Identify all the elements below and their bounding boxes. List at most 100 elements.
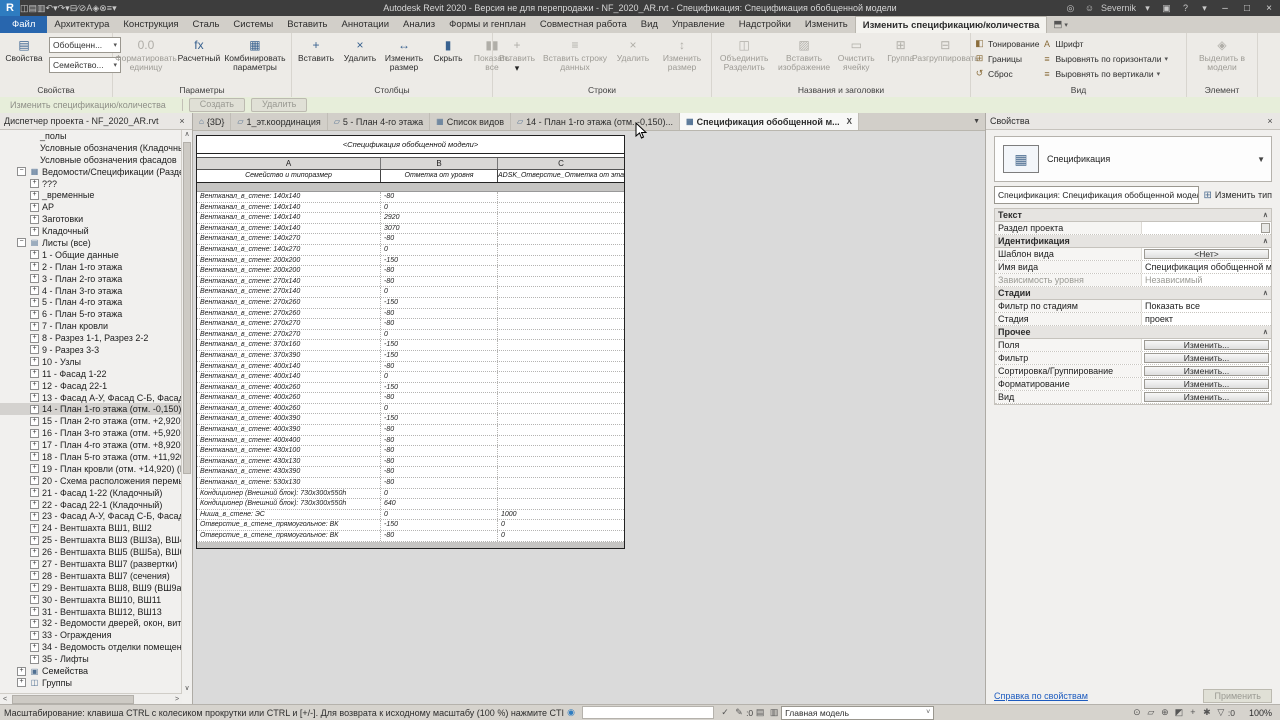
tree-item[interactable]: +13 - Фасад А-У, Фасад С-Б, Фасад Е-А	[0, 392, 182, 404]
schedule-cell[interactable]: 0	[381, 489, 498, 499]
schedule-cell[interactable]	[498, 309, 624, 319]
expand-icon[interactable]: +	[30, 250, 39, 259]
schedule-column-header[interactable]: Отметка от уровня	[381, 170, 498, 182]
schedule-row[interactable]: Отверстие_в_стене_прямоугольное: ВК-1500	[197, 520, 624, 531]
user-dropdown-icon[interactable]: ▾	[1140, 3, 1155, 14]
schedule-cell[interactable]: Ниша_в_стене: ЭС	[197, 510, 381, 520]
scrollbar-thumb[interactable]	[183, 142, 191, 474]
expand-icon[interactable]: +	[30, 393, 39, 402]
tree-item[interactable]: +20 - Схема расположения перемычек	[0, 475, 182, 487]
view-tab[interactable]: ▱14 - План 1-го этажа (отм. -0,150)...	[511, 113, 680, 130]
tab-Управление[interactable]: Управление	[665, 16, 732, 33]
tab-Конструкция[interactable]: Конструкция	[116, 16, 185, 33]
schedule-cell[interactable]: Вентканал_в_стене: 200x200	[197, 266, 381, 276]
schedule-cell[interactable]	[498, 499, 624, 509]
schedule-cell[interactable]: Вентканал_в_стене: 400x260	[197, 383, 381, 393]
delete-column-button[interactable]: ×Удалить	[339, 35, 381, 64]
expand-icon[interactable]: +	[30, 274, 39, 283]
expand-icon[interactable]: +	[30, 227, 39, 236]
expand-icon[interactable]: +	[30, 631, 39, 640]
expand-icon[interactable]: +	[30, 643, 39, 652]
expand-icon[interactable]: +	[30, 607, 39, 616]
schedule-cell[interactable]: Вентканал_в_стене: 200x200	[197, 256, 381, 266]
schedule-cell[interactable]: Вентканал_в_стене: 430x130	[197, 457, 381, 467]
view-tab[interactable]: ▦Спецификация обобщенной м...X	[680, 113, 859, 130]
reset-button[interactable]: ↺Сброс	[974, 66, 1039, 81]
schedule-cell[interactable]: 2920	[381, 213, 498, 223]
collapse-section-icon[interactable]: ∧	[1263, 289, 1268, 297]
schedule-cell[interactable]: 0	[381, 287, 498, 297]
file-window-icon[interactable]: ◫	[20, 3, 29, 13]
undo-icon[interactable]: ↶	[46, 3, 54, 13]
type-selector[interactable]: ▦ Спецификация ▼	[994, 136, 1272, 182]
expand-icon[interactable]: +	[30, 405, 39, 414]
property-value[interactable]: Спецификация обобщенной модели	[1142, 261, 1271, 273]
tree-item[interactable]: +6 - План 5-го этажа	[0, 308, 182, 320]
modify-panel-toggle[interactable]: ⬒ ▾	[1047, 16, 1074, 33]
tree-item[interactable]: +11 - Фасад 1-22	[0, 368, 182, 380]
tree-item[interactable]: +3 - План 2-го этажа	[0, 273, 182, 285]
schedule-cell[interactable]	[498, 256, 624, 266]
expand-icon[interactable]: +	[30, 464, 39, 473]
schedule-row[interactable]: Вентканал_в_стене: 140x2700	[197, 245, 624, 256]
expand-icon[interactable]: +	[30, 452, 39, 461]
tree-item[interactable]: +14 - План 1-го этажа (отм. -0,150) (Кла…	[0, 403, 182, 415]
schedule-row[interactable]: Кондиционер (Внешний блок): 730x300x550h…	[197, 499, 624, 510]
schedule-cell[interactable]	[498, 436, 624, 446]
tab-Вставить[interactable]: Вставить	[280, 16, 334, 33]
collapse-section-icon[interactable]: ∧	[1263, 328, 1268, 336]
tab-Архитектура[interactable]: Архитектура	[47, 16, 116, 33]
expand-icon[interactable]: +	[30, 369, 39, 378]
tree-item[interactable]: +▣Семейства	[0, 665, 182, 677]
schedule-row[interactable]: Вентканал_в_стене: 400x390-80	[197, 425, 624, 436]
expand-icon[interactable]: +	[30, 286, 39, 295]
tree-item[interactable]: +???	[0, 178, 182, 190]
schedule-row[interactable]: Вентканал_в_стене: 400x2600	[197, 404, 624, 415]
schedule-cell[interactable]: Кондиционер (Внешний блок): 730x300x550h	[197, 499, 381, 509]
expand-icon[interactable]: +	[30, 500, 39, 509]
tree-item[interactable]: +7 - План кровли	[0, 320, 182, 332]
tab-Совместная работа[interactable]: Совместная работа	[533, 16, 634, 33]
schedule-cell[interactable]	[498, 414, 624, 424]
type-combo[interactable]: Спецификация: Спецификация обобщенной мо…	[994, 186, 1199, 204]
schedule-cell[interactable]: Вентканал_в_стене: 370x390	[197, 351, 381, 361]
tree-item[interactable]: +30 - Вентшахта ВШ10, ВШ11	[0, 594, 182, 606]
tree-item[interactable]: −▦Ведомости/Спецификации (Раздел)	[0, 166, 182, 178]
schedule-cell[interactable]	[498, 383, 624, 393]
tree-item[interactable]: +27 - Вентшахта ВШ7 (развертки)	[0, 558, 182, 570]
schedule-row[interactable]: Вентканал_в_стене: 400x140-80	[197, 362, 624, 373]
tab-Изменить[interactable]: Изменить	[798, 16, 855, 33]
tree-item[interactable]: +2 - План 1-го этажа	[0, 261, 182, 273]
ribbon-combo-0[interactable]: Обобщенн...▾	[49, 37, 121, 53]
schedule-row[interactable]: Вентканал_в_стене: 430x390-80	[197, 467, 624, 478]
schedule-row[interactable]: Вентканал_в_стене: 140x140-80	[197, 192, 624, 203]
view-tab-overflow-icon[interactable]: ▼	[968, 113, 985, 130]
expand-icon[interactable]: +	[30, 571, 39, 580]
schedule-cell[interactable]	[498, 330, 624, 340]
property-edit-button[interactable]: Изменить...	[1144, 353, 1269, 363]
schedule-row[interactable]: Вентканал_в_стене: 270x270-80	[197, 319, 624, 330]
schedule-column-header[interactable]: Семейство и типоразмер	[197, 170, 381, 182]
schedule-row[interactable]: Вентканал_в_стене: 400x390-150	[197, 414, 624, 425]
schedule-cell[interactable]: -80	[381, 478, 498, 488]
schedule-cell[interactable]: -150	[381, 298, 498, 308]
cart-icon[interactable]: ▣	[1159, 3, 1174, 14]
close-icon[interactable]: ×	[1264, 116, 1276, 126]
schedule-cell[interactable]: 640	[381, 499, 498, 509]
tree-item[interactable]: +34 - Ведомость отделки помещений, Экс	[0, 641, 182, 653]
property-value[interactable]: Показать все	[1142, 300, 1271, 312]
align-vertical-button[interactable]: ≡Выровнять по вертикали▾	[1041, 66, 1168, 81]
revit-logo[interactable]: R	[0, 0, 20, 16]
property-edit-button[interactable]: Изменить...	[1144, 340, 1269, 350]
schedule-cell[interactable]: -80	[381, 457, 498, 467]
properties-section-header[interactable]: Прочее∧	[995, 326, 1271, 339]
schedule-cell[interactable]	[498, 213, 624, 223]
create-button[interactable]: Создать	[189, 98, 245, 112]
help-icon[interactable]: ?	[1178, 3, 1193, 13]
schedule-row[interactable]: Вентканал_в_стене: 400x1400	[197, 372, 624, 383]
schedule-cell[interactable]: -150	[381, 351, 498, 361]
expand-icon[interactable]: +	[30, 334, 39, 343]
schedule-cell[interactable]: Вентканал_в_стене: 140x140	[197, 203, 381, 213]
expand-icon[interactable]: +	[30, 322, 39, 331]
scroll-up-icon[interactable]: ∧	[182, 130, 192, 140]
